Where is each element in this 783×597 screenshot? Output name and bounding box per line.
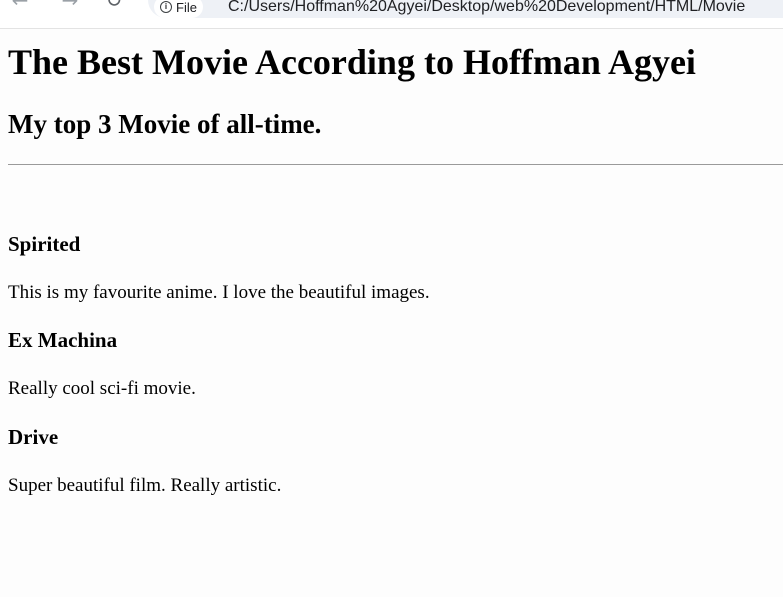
page-title: The Best Movie According to Hoffman Agye…	[8, 42, 696, 82]
movie-item: Drive Super beautiful film. Really artis…	[0, 425, 281, 497]
movie-title: Spirited	[8, 232, 81, 256]
site-info-label: File	[176, 0, 197, 15]
browser-toolbar: ← → ↻ i File C:/Users/Hoffman%20Agyei/De…	[0, 0, 783, 29]
movie-title: Ex Machina	[8, 328, 118, 352]
forward-button[interactable]: →	[58, 0, 82, 12]
movie-item: Ex Machina Really cool sci-fi movie.	[0, 328, 196, 400]
arrow-right-icon: →	[61, 0, 79, 12]
reload-icon: ↻	[105, 0, 123, 12]
address-bar[interactable]: i File C:/Users/Hoffman%20Agyei/Desktop/…	[148, 0, 783, 18]
arrow-left-icon: ←	[11, 0, 29, 12]
site-info-button[interactable]: i File	[154, 0, 203, 18]
movie-item: Spirited This is my favourite anime. I l…	[0, 232, 430, 304]
info-icon: i	[160, 1, 172, 13]
divider	[8, 164, 783, 165]
movie-description: Super beautiful film. Really artistic.	[8, 475, 282, 496]
movie-description: This is my favourite anime. I love the b…	[8, 282, 430, 303]
page-subtitle: My top 3 Movie of all-time.	[8, 109, 322, 139]
back-button[interactable]: ←	[8, 0, 32, 12]
page-content: The Best Movie According to Hoffman Agye…	[0, 29, 783, 496]
url-text[interactable]: C:/Users/Hoffman%20Agyei/Desktop/web%20D…	[228, 0, 745, 16]
movie-title: Drive	[8, 425, 59, 449]
movie-description: Really cool sci-fi movie.	[8, 378, 196, 399]
reload-button[interactable]: ↻	[102, 0, 126, 12]
